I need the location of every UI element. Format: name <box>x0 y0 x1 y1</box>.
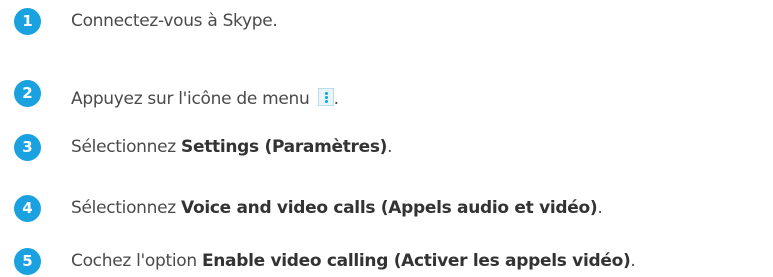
step-3: 3 Sélectionnez Settings (Paramètres). <box>14 132 393 162</box>
menu-dots-icon <box>317 87 334 106</box>
step-text: Cochez l'option Enable video calling (Ac… <box>71 251 636 271</box>
instruction-steps: 1 Connectez-vous à Skype. 2 Appuyez sur … <box>0 0 773 277</box>
step-text: Appuyez sur l'icône de menu . <box>71 78 339 109</box>
step-text-content: Connectez-vous à Skype. <box>71 11 278 31</box>
step-text-prefix: Sélectionnez <box>71 198 182 218</box>
step-text-emphasis: Enable video calling (Activer les appels… <box>201 251 631 271</box>
step-text-prefix: Sélectionnez <box>71 137 182 157</box>
step-text-emphasis: Voice and video calls (Appels audio et v… <box>181 198 598 218</box>
step-text-suffix: . <box>597 198 603 218</box>
step-number-badge: 2 <box>14 79 41 107</box>
step-text: Sélectionnez Settings (Paramètres). <box>71 137 393 157</box>
step-number-badge: 3 <box>14 133 41 161</box>
step-5: 5 Cochez l'option Enable video calling (… <box>14 246 636 276</box>
step-text: Connectez-vous à Skype. <box>71 11 278 31</box>
step-text-content: Appuyez sur l'icône de menu <box>71 88 310 109</box>
step-text-suffix: . <box>333 88 339 109</box>
step-number-badge: 4 <box>14 194 41 222</box>
step-text-suffix: . <box>387 137 393 157</box>
step-text-emphasis: Settings (Paramètres) <box>181 137 388 157</box>
step-number-badge: 1 <box>14 7 41 35</box>
step-text: Sélectionnez Voice and video calls (Appe… <box>71 198 603 218</box>
step-text-suffix: . <box>630 251 636 271</box>
step-1: 1 Connectez-vous à Skype. <box>14 6 278 36</box>
step-text-prefix: Cochez l'option <box>71 251 202 271</box>
step-4: 4 Sélectionnez Voice and video calls (Ap… <box>14 193 603 223</box>
step-2: 2 Appuyez sur l'icône de menu . <box>14 78 339 109</box>
step-number-badge: 5 <box>14 247 41 275</box>
